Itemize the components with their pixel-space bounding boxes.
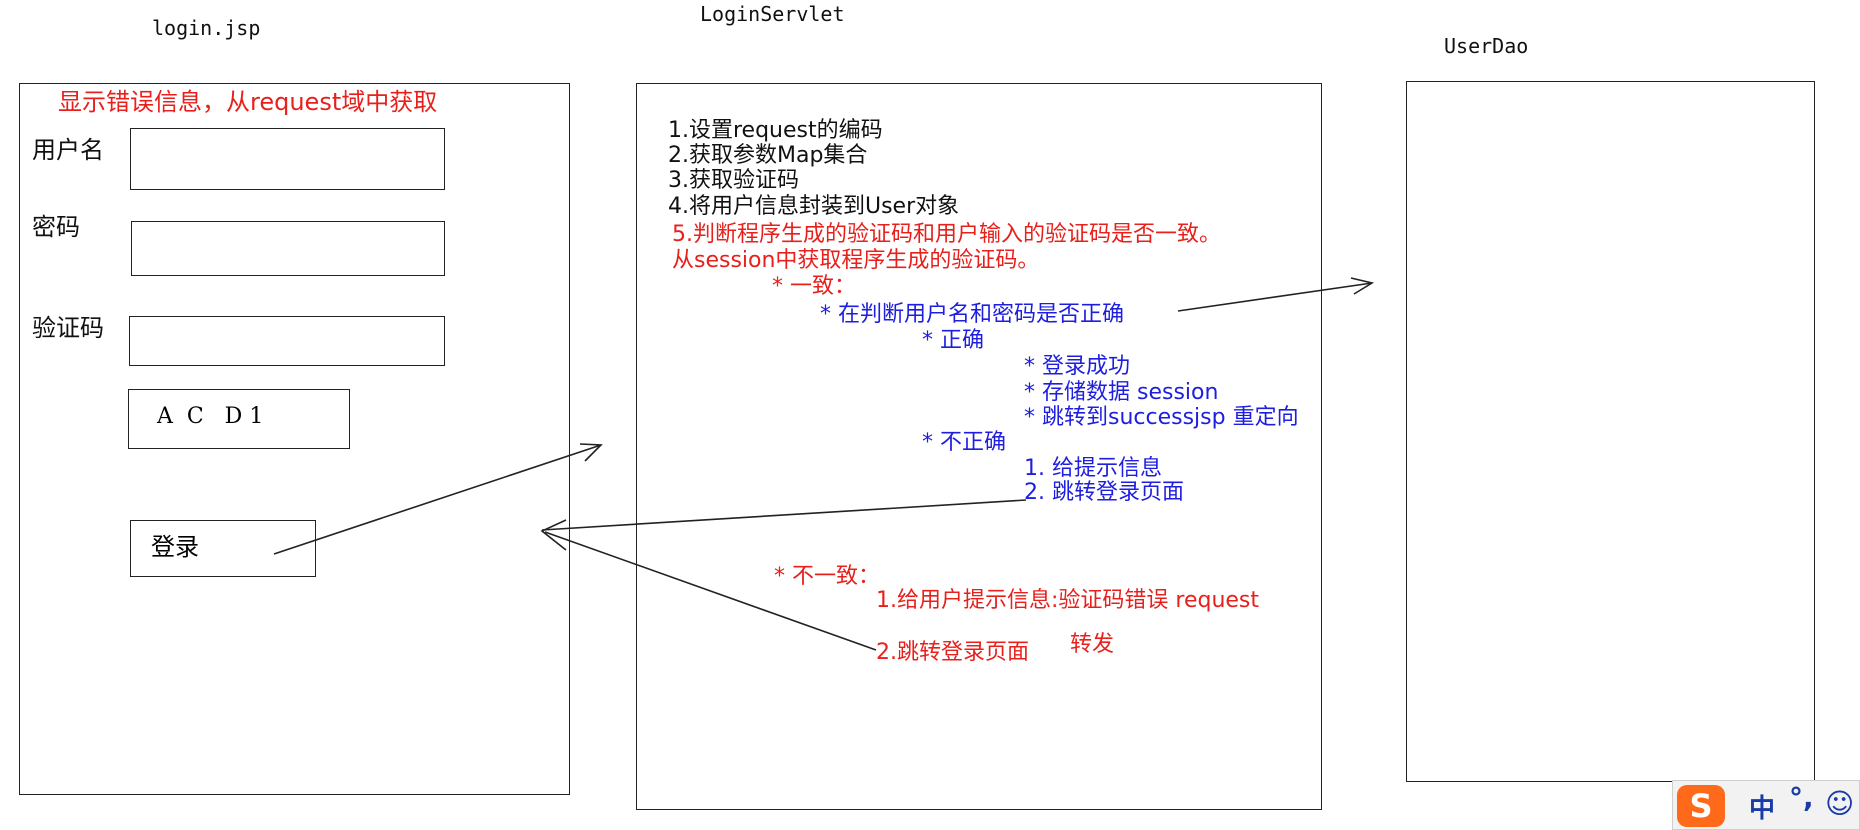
arrow-incorrect-to-login <box>541 499 1027 531</box>
sogou-logo-icon[interactable]: S <box>1677 785 1725 827</box>
arrow-inconsistent-to-login <box>544 531 877 651</box>
ime-punctuation-toggle[interactable]: °, <box>1789 781 1814 814</box>
ime-mode-toggle[interactable]: 中 <box>1749 788 1775 825</box>
arrow-servlet-to-userdao <box>1177 282 1373 312</box>
ime-toolbar[interactable]: S 中 °, ☺ <box>1672 780 1860 830</box>
emoji-icon[interactable]: ☺ <box>1825 787 1854 820</box>
flow-arrows <box>273 277 1375 651</box>
arrow-login-to-servlet <box>273 444 602 555</box>
